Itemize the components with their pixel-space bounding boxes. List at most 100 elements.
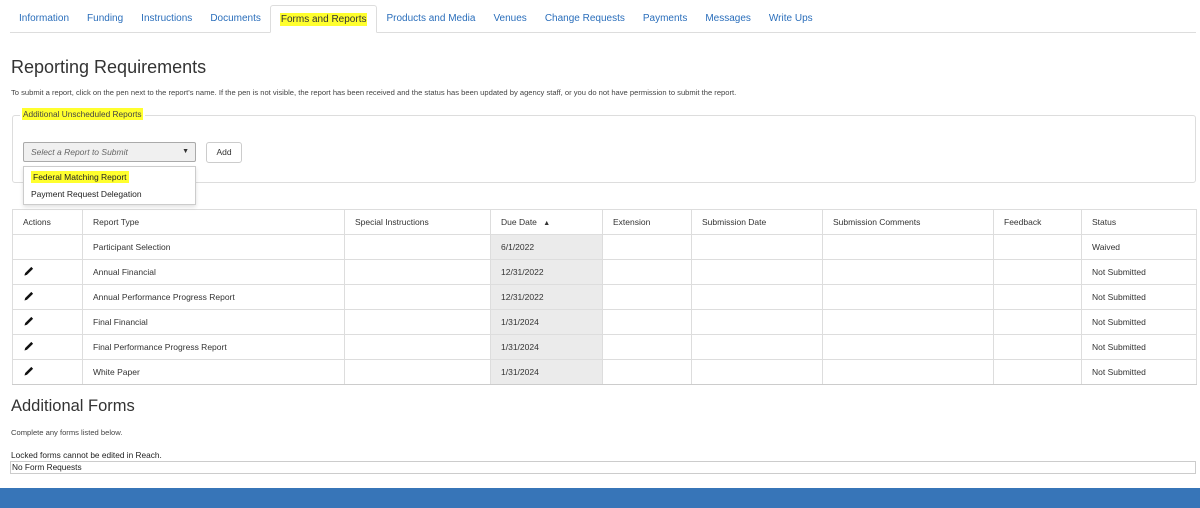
dropdown-option-label: Federal Matching Report [31,171,129,183]
pencil-icon[interactable] [23,365,35,377]
tab-products-and-media[interactable]: Products and Media [377,5,484,33]
submission-comments-cell [822,259,994,285]
extension-cell [602,259,692,285]
pencil-icon[interactable] [23,265,35,277]
dropdown-option-payment-request-delegation[interactable]: Payment Request Delegation [24,186,195,203]
sort-ascending-icon: ▲ [543,220,551,227]
table-row: Annual Financial 12/31/2022 Not Submitte… [12,259,1197,285]
feedback-cell [993,259,1082,285]
tab-documents[interactable]: Documents [201,5,270,33]
col-header-submission-date[interactable]: Submission Date [691,209,823,235]
actions-cell [12,284,83,310]
actions-cell [12,234,83,260]
actions-cell [12,334,83,360]
caret-down-icon: ▼ [182,148,189,155]
table-row: Final Financial 1/31/2024 Not Submitted [12,309,1197,335]
pencil-icon[interactable] [23,290,35,302]
submission-date-cell [691,309,823,335]
tab-messages[interactable]: Messages [696,5,760,33]
actions-cell [12,359,83,385]
report-select[interactable]: Select a Report to Submit ▼ [23,142,196,162]
feedback-cell [993,309,1082,335]
table-row: Participant Selection 6/1/2022 Waived [12,234,1197,260]
complete-forms-text: Complete any forms listed below. [11,428,123,437]
submission-comments-cell [822,334,994,360]
col-header-feedback[interactable]: Feedback [993,209,1082,235]
feedback-cell [993,334,1082,360]
submission-date-cell [691,359,823,385]
submission-date-cell [691,284,823,310]
submission-comments-cell [822,309,994,335]
tab-forms-and-reports-label: Forms and Reports [279,13,368,26]
status-cell: Not Submitted [1081,259,1197,285]
report-select-placeholder: Select a Report to Submit [31,147,128,157]
feedback-cell [993,284,1082,310]
col-header-special-instructions[interactable]: Special Instructions [344,209,491,235]
additional-forms-heading: Additional Forms [11,397,135,415]
status-cell: Not Submitted [1081,284,1197,310]
due-date-cell: 6/1/2022 [490,234,603,260]
status-cell: Waived [1081,234,1197,260]
tab-information[interactable]: Information [10,5,78,33]
locked-forms-note: Locked forms cannot be edited in Reach. [11,450,162,460]
feedback-cell [993,359,1082,385]
submission-date-cell [691,234,823,260]
reporting-requirements-heading: Reporting Requirements [11,57,207,77]
feedback-cell [993,234,1082,260]
table-row: Final Performance Progress Report 1/31/2… [12,334,1197,360]
table-row: White Paper 1/31/2024 Not Submitted [12,359,1197,385]
due-date-cell: 12/31/2022 [490,284,603,310]
reports-table: Actions Report Type Special Instructions… [12,209,1197,385]
pencil-icon[interactable] [23,315,35,327]
special-instructions-cell [344,309,491,335]
due-date-cell: 1/31/2024 [490,309,603,335]
due-date-cell: 1/31/2024 [490,359,603,385]
extension-cell [602,309,692,335]
report-type-cell: White Paper [82,359,345,385]
due-date-cell: 1/31/2024 [490,334,603,360]
dropdown-option-federal-matching-report[interactable]: Federal Matching Report [24,169,195,186]
extension-cell [602,234,692,260]
col-header-due-date[interactable]: Due Date ▲ [490,209,603,235]
tab-write-ups[interactable]: Write Ups [760,5,822,33]
report-select-dropdown: Federal Matching Report Payment Request … [23,166,196,205]
special-instructions-cell [344,284,491,310]
tab-bar: Information Funding Instructions Documen… [10,5,1196,33]
tab-forms-and-reports[interactable]: Forms and Reports [269,5,378,33]
col-header-report-type[interactable]: Report Type [82,209,345,235]
extension-cell [602,284,692,310]
col-header-submission-comments[interactable]: Submission Comments [822,209,994,235]
submission-comments-cell [822,284,994,310]
submission-date-cell [691,259,823,285]
submission-comments-cell [822,234,994,260]
footer-bar [0,488,1200,508]
special-instructions-cell [344,234,491,260]
unscheduled-reports-legend: Additional Unscheduled Reports [20,108,145,120]
tab-change-requests[interactable]: Change Requests [536,5,634,33]
tab-funding[interactable]: Funding [78,5,132,33]
report-type-cell: Annual Performance Progress Report [82,284,345,310]
report-type-cell: Final Performance Progress Report [82,334,345,360]
report-type-cell: Participant Selection [82,234,345,260]
extension-cell [602,334,692,360]
submission-date-cell [691,334,823,360]
tab-payments[interactable]: Payments [634,5,696,33]
add-report-button[interactable]: Add [206,142,242,163]
due-date-cell: 12/31/2022 [490,259,603,285]
status-cell: Not Submitted [1081,334,1197,360]
actions-cell [12,259,83,285]
extension-cell [602,359,692,385]
special-instructions-cell [344,259,491,285]
status-cell: Not Submitted [1081,309,1197,335]
status-cell: Not Submitted [1081,359,1197,385]
special-instructions-cell [344,359,491,385]
report-type-cell: Final Financial [82,309,345,335]
tab-instructions[interactable]: Instructions [132,5,201,33]
col-header-extension[interactable]: Extension [602,209,692,235]
reporting-instructions-text: To submit a report, click on the pen nex… [11,88,737,97]
pencil-icon[interactable] [23,340,35,352]
actions-cell [12,309,83,335]
col-header-status[interactable]: Status [1081,209,1197,235]
unscheduled-reports-legend-text: Additional Unscheduled Reports [22,108,143,120]
tab-venues[interactable]: Venues [484,5,535,33]
